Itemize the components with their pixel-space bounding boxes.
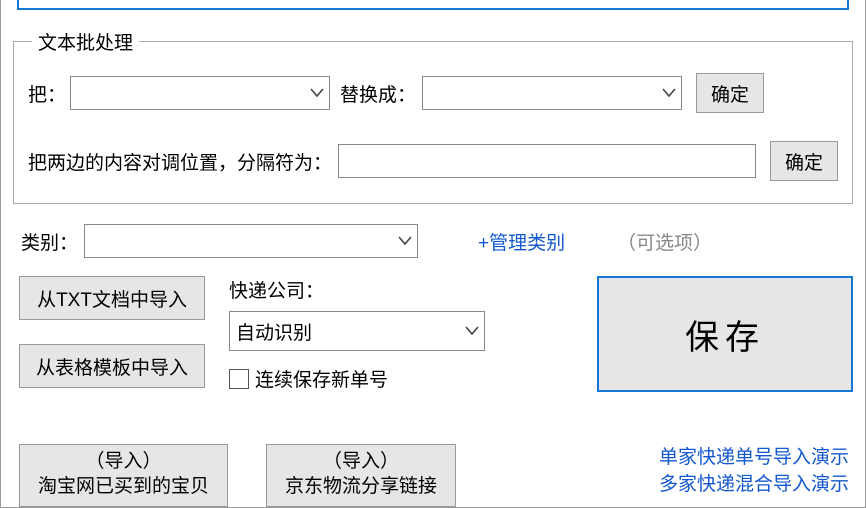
courier-combo[interactable]: [229, 311, 485, 351]
category-row: 类别： +管理类别 （可选项）: [13, 224, 853, 258]
import-jd-button[interactable]: （导入） 京东物流分享链接: [266, 444, 456, 507]
demo-single-link[interactable]: 单家快递单号导入演示: [659, 444, 849, 472]
swap-confirm-button[interactable]: 确定: [770, 141, 838, 181]
save-button[interactable]: 保存: [597, 276, 853, 392]
courier-input[interactable]: [230, 312, 460, 350]
import-taobao-bottom: 淘宝网已买到的宝贝: [38, 474, 209, 500]
chevron-down-icon[interactable]: [460, 326, 484, 336]
replace-from-input[interactable]: [71, 77, 305, 109]
replace-to-combo[interactable]: [422, 76, 682, 110]
mid-section: 从TXT文档中导入 从表格模板中导入 快递公司： 连续保存新单号 保存: [13, 276, 853, 392]
continuous-save-checkbox[interactable]: [229, 369, 249, 389]
manage-category-link[interactable]: +管理类别: [478, 228, 565, 255]
chevron-down-icon[interactable]: [393, 236, 417, 246]
courier-col: 快递公司： 连续保存新单号: [229, 276, 485, 392]
replace-confirm-button[interactable]: 确定: [696, 73, 764, 113]
demo-links: 单家快递单号导入演示 多家快递混合导入演示: [659, 444, 853, 499]
swap-delimiter-input[interactable]: [338, 144, 756, 178]
import-txt-button[interactable]: 从TXT文档中导入: [19, 276, 205, 320]
category-input[interactable]: [85, 225, 393, 257]
bottom-row: （导入） 淘宝网已买到的宝贝 （导入） 京东物流分享链接 单家快递单号导入演示 …: [13, 444, 853, 507]
swap-label: 把两边的内容对调位置，分隔符为：: [28, 148, 332, 175]
import-buttons-col: 从TXT文档中导入 从表格模板中导入: [19, 276, 205, 388]
category-combo[interactable]: [84, 224, 418, 258]
category-label: 类别：: [21, 228, 78, 255]
replace-to-input[interactable]: [423, 77, 657, 109]
import-jd-bottom: 京东物流分享链接: [285, 474, 437, 500]
replace-with-label: 替换成：: [340, 80, 416, 107]
chevron-down-icon[interactable]: [657, 88, 681, 98]
text-batch-group: 文本批处理 把： 替换成： 确定 把两边的内容对调位置，分隔符为： 确定: [13, 28, 853, 204]
import-jd-top: （导入）: [285, 449, 437, 475]
courier-label: 快递公司：: [229, 276, 485, 303]
import-taobao-top: （导入）: [38, 449, 209, 475]
swap-row: 把两边的内容对调位置，分隔符为： 确定: [28, 141, 838, 181]
replace-row: 把： 替换成： 确定: [28, 73, 838, 113]
import-taobao-button[interactable]: （导入） 淘宝网已买到的宝贝: [19, 444, 228, 507]
continuous-save-row: 连续保存新单号: [229, 365, 485, 392]
import-table-button[interactable]: 从表格模板中导入: [19, 344, 205, 388]
text-batch-legend: 文本批处理: [32, 28, 139, 55]
optional-label: （可选项）: [617, 228, 712, 255]
top-highlight-bar: [17, 0, 849, 10]
chevron-down-icon[interactable]: [305, 88, 329, 98]
put-label: 把：: [28, 80, 66, 107]
demo-multi-link[interactable]: 多家快递混合导入演示: [659, 471, 849, 499]
continuous-save-label: 连续保存新单号: [255, 365, 388, 392]
replace-from-combo[interactable]: [70, 76, 330, 110]
